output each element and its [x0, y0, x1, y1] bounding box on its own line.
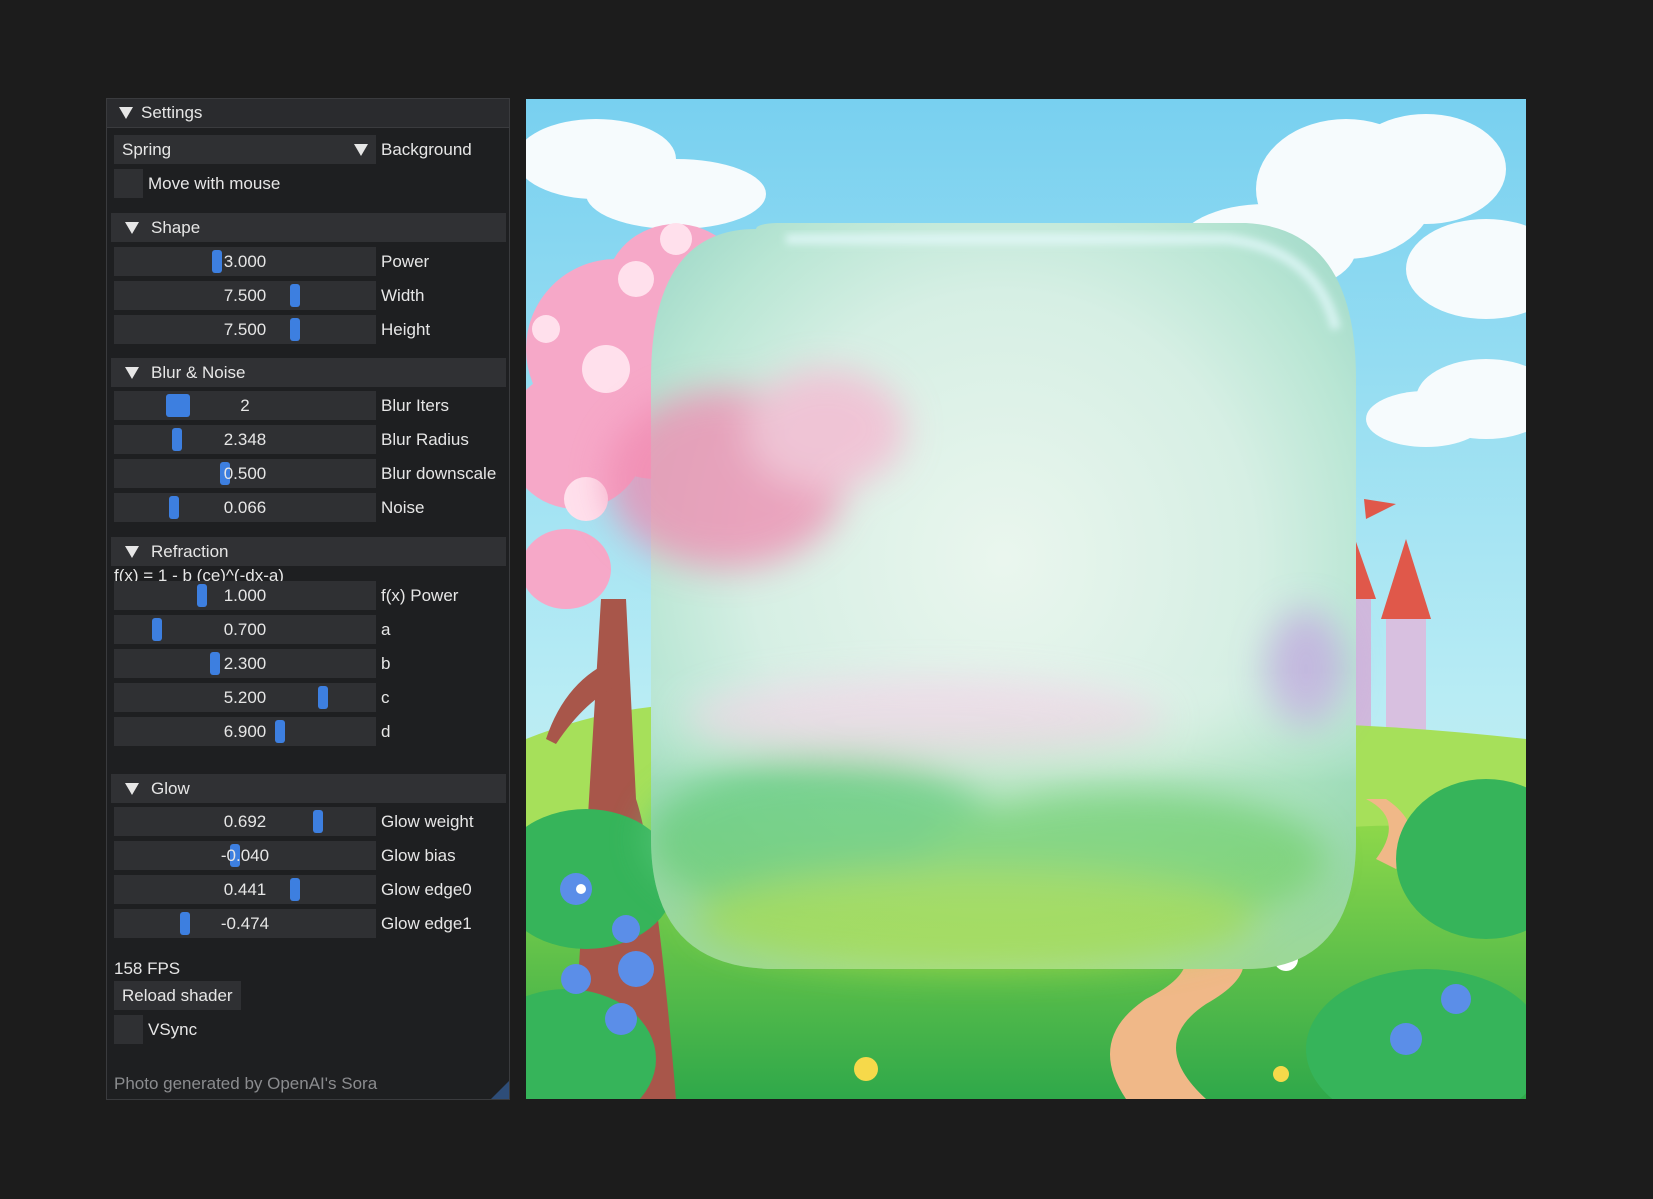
settings-titlebar[interactable]: Settings	[107, 99, 509, 128]
slider-value: -0.040	[220, 845, 270, 865]
slider-value: 1.000	[223, 585, 267, 605]
glow-edge0-slider[interactable]: 0.441	[114, 875, 376, 904]
blur-downscale-label: Blur downscale	[381, 463, 497, 483]
glow-bias-row: -0.040 Glow bias	[114, 841, 456, 870]
move-with-mouse-row: Move with mouse	[114, 169, 280, 198]
c-label: c	[381, 687, 390, 707]
section-header-glow[interactable]: Glow	[111, 774, 506, 803]
background-combo[interactable]: Spring	[114, 135, 376, 164]
slider-value: 0.441	[223, 879, 267, 899]
dropdown-arrow-icon[interactable]	[354, 143, 368, 156]
fps-counter: 158 FPS	[114, 959, 181, 978]
glow-bias-slider[interactable]: -0.040	[114, 841, 376, 870]
move-with-mouse-label: Move with mouse	[148, 173, 281, 193]
background-row: Spring Background	[114, 135, 472, 164]
power-row: 3.000 Power	[114, 247, 429, 276]
slider-value: 0.700	[223, 619, 267, 639]
move-with-mouse-checkbox[interactable]	[114, 169, 143, 198]
power-label: Power	[381, 251, 430, 271]
slider-value: 6.900	[223, 721, 267, 741]
blur-downscale-row: 0.500 Blur downscale	[114, 459, 496, 488]
b-label: b	[381, 653, 391, 673]
height-row: 7.500 Height	[114, 315, 430, 344]
settings-panel: Settings Spring Background Move with mou…	[106, 98, 510, 1100]
render-viewport[interactable]	[526, 99, 1526, 1099]
blur-radius-label: Blur Radius	[381, 429, 469, 449]
height-slider[interactable]: 7.500	[114, 315, 376, 344]
slider-value: 7.500	[223, 285, 267, 305]
blur-iters-slider[interactable]: 2	[114, 391, 376, 420]
height-label: Height	[381, 319, 431, 339]
slider-value: 3.000	[223, 251, 267, 271]
blur-radius-slider[interactable]: 2.348	[114, 425, 376, 454]
photo-credit: Photo generated by OpenAI's Sora	[114, 1074, 378, 1093]
blur-iters-label: Blur Iters	[381, 395, 450, 415]
spring-scene-image	[526, 99, 1526, 1099]
d-label: d	[381, 721, 391, 741]
b-slider[interactable]: 2.300	[114, 649, 376, 678]
width-slider[interactable]: 7.500	[114, 281, 376, 310]
section-header-shape[interactable]: Shape	[111, 213, 506, 242]
f-x-power-label: f(x) Power	[381, 585, 459, 605]
slider-value: 2	[240, 395, 250, 415]
vsync-checkbox[interactable]	[114, 1015, 143, 1044]
slider-value: 2.300	[223, 653, 267, 673]
blur-radius-row: 2.348 Blur Radius	[114, 425, 469, 454]
section-title: Glow	[151, 778, 190, 798]
c-row: 5.200 c	[114, 683, 390, 712]
reload-shader-button[interactable]: Reload shader	[114, 981, 241, 1010]
power-slider[interactable]: 3.000	[114, 247, 376, 276]
glow-weight-slider[interactable]: 0.692	[114, 807, 376, 836]
blur-downscale-slider[interactable]: 0.500	[114, 459, 376, 488]
d-slider[interactable]: 6.900	[114, 717, 376, 746]
glow-edge1-label: Glow edge1	[381, 913, 472, 933]
slider-value: -0.474	[220, 913, 270, 933]
panel-title: Settings	[141, 103, 203, 122]
glow-edge1-slider[interactable]: -0.474	[114, 909, 376, 938]
resize-grip-icon[interactable]	[491, 1081, 509, 1099]
noise-label: Noise	[381, 497, 425, 517]
collapse-triangle-icon[interactable]	[119, 107, 133, 119]
background-label: Background	[381, 139, 472, 159]
f-x-power-row: 1.000 f(x) Power	[114, 581, 458, 610]
f-x-power-slider[interactable]: 1.000	[114, 581, 376, 610]
a-label: a	[381, 619, 391, 639]
section-title: Blur & Noise	[151, 362, 246, 382]
collapse-triangle-icon[interactable]	[125, 545, 139, 558]
noise-slider[interactable]: 0.066	[114, 493, 376, 522]
c-slider[interactable]: 5.200	[114, 683, 376, 712]
section-title: Shape	[151, 217, 201, 237]
a-row: 0.700 a	[114, 615, 390, 644]
vsync-label: VSync	[148, 1019, 198, 1039]
section-header-refraction[interactable]: Refraction	[111, 537, 506, 566]
slider-value: 5.200	[223, 687, 267, 707]
d-row: 6.900 d	[114, 717, 390, 746]
glow-edge1-row: -0.474 Glow edge1	[114, 909, 472, 938]
section-header-blur-noise[interactable]: Blur & Noise	[111, 358, 506, 387]
glow-edge0-label: Glow edge0	[381, 879, 472, 899]
b-row: 2.300 b	[114, 649, 390, 678]
slider-value: 0.500	[223, 463, 267, 483]
collapse-triangle-icon[interactable]	[125, 782, 139, 795]
width-row: 7.500 Width	[114, 281, 424, 310]
slider-value: 7.500	[223, 319, 267, 339]
collapse-triangle-icon[interactable]	[125, 221, 139, 234]
section-title: Refraction	[151, 541, 229, 561]
collapse-triangle-icon[interactable]	[125, 366, 139, 379]
slider-value: 0.066	[223, 497, 267, 517]
width-label: Width	[381, 285, 425, 305]
blur-iters-row: 2 Blur Iters	[114, 391, 449, 420]
reload-row: Reload shader	[114, 981, 241, 1010]
a-slider[interactable]: 0.700	[114, 615, 376, 644]
vsync-row: VSync	[114, 1015, 197, 1044]
glow-weight-row: 0.692 Glow weight	[114, 807, 474, 836]
glow-weight-label: Glow weight	[381, 811, 474, 831]
glow-edge0-row: 0.441 Glow edge0	[114, 875, 472, 904]
noise-row: 0.066 Noise	[114, 493, 424, 522]
glow-bias-label: Glow bias	[381, 845, 456, 865]
slider-value: 2.348	[223, 429, 267, 449]
slider-value: 0.692	[223, 811, 267, 831]
background-value: Spring	[122, 139, 172, 159]
